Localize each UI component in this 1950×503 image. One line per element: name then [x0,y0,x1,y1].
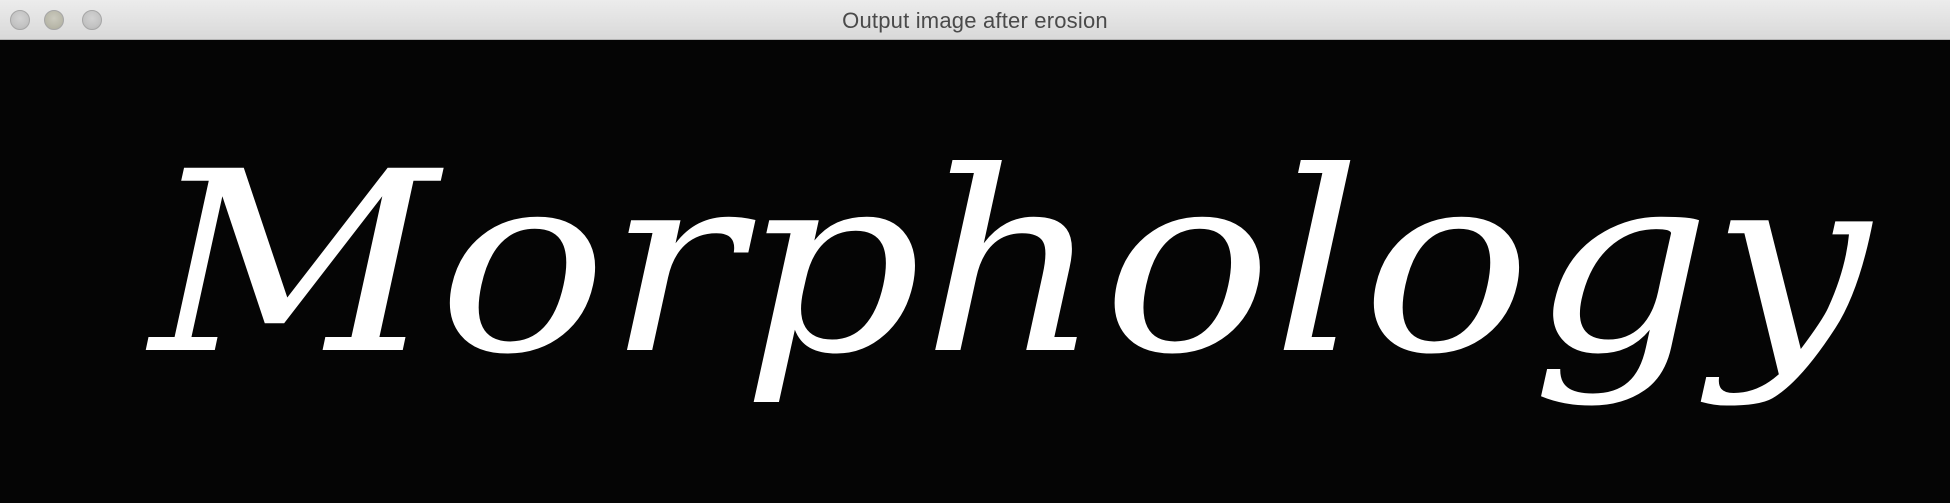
title-bar[interactable]: Output image after erosion [0,0,1950,40]
output-image-canvas: Morphology [0,40,1950,503]
morphology-text: Morphology [146,118,1874,409]
window-title: Output image after erosion [842,8,1108,33]
eroded-image: Morphology [0,40,1950,503]
image-window: Output image after erosion Morphology [0,0,1950,503]
